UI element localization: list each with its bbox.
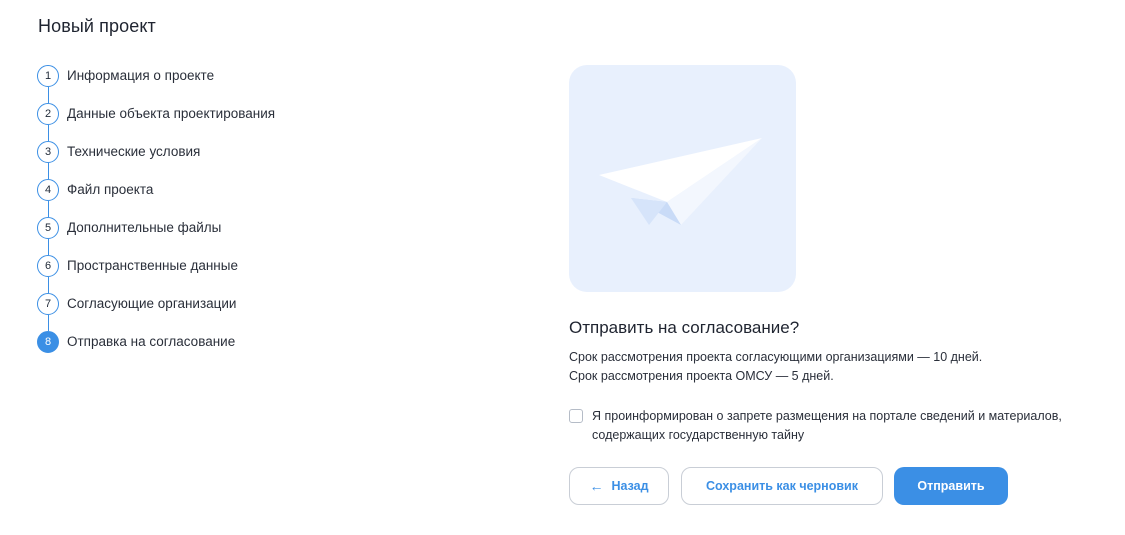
- paper-plane-icon: [599, 138, 762, 225]
- submit-button[interactable]: Отправить: [894, 467, 1008, 505]
- step-number: 1: [37, 65, 59, 87]
- step-label: Пространственные данные: [67, 258, 238, 273]
- step-number: 7: [37, 293, 59, 315]
- step-connector: [47, 277, 49, 293]
- step-label: Технические условия: [67, 144, 201, 159]
- dialog-title: Отправить на согласование?: [569, 318, 800, 337]
- step-4[interactable]: 4 Файл проекта: [37, 179, 357, 217]
- step-label: Согласующие организации: [67, 296, 237, 311]
- step-connector: [47, 87, 49, 103]
- review-term-organizations: Срок рассмотрения проекта согласующими о…: [569, 350, 983, 364]
- step-6[interactable]: 6 Пространственные данные: [37, 255, 357, 293]
- step-label: Дополнительные файлы: [67, 220, 222, 235]
- submit-label: Отправить: [917, 479, 985, 493]
- step-number: 4: [37, 179, 59, 201]
- step-7[interactable]: 7 Согласующие организации: [37, 293, 357, 331]
- save-draft-label: Сохранить как черновик: [706, 479, 858, 493]
- step-number: 3: [37, 141, 59, 163]
- consent-row[interactable]: Я проинформирован о запрете размещения н…: [569, 407, 1122, 445]
- save-draft-button[interactable]: Сохранить как черновик: [681, 467, 883, 505]
- step-3[interactable]: 3 Технические условия: [37, 141, 357, 179]
- step-1[interactable]: 1 Информация о проекте: [37, 65, 357, 103]
- step-connector: [47, 163, 49, 179]
- consent-label: Я проинформирован о запрете размещения н…: [592, 407, 1122, 445]
- step-label: Данные объекта проектирования: [67, 106, 276, 121]
- review-term-omsu: Срок рассмотрения проекта ОМСУ — 5 дней.: [569, 369, 834, 383]
- step-connector: [47, 201, 49, 217]
- step-number: 8: [37, 331, 59, 353]
- paper-plane-illustration: [569, 65, 796, 292]
- step-connector: [47, 125, 49, 141]
- step-5[interactable]: 5 Дополнительные файлы: [37, 217, 357, 255]
- stepper: 1 Информация о проекте 2 Данные объекта …: [37, 65, 357, 369]
- step-number: 6: [37, 255, 59, 277]
- step-label: Файл проекта: [67, 182, 154, 197]
- review-terms: Срок рассмотрения проекта согласующими о…: [569, 348, 982, 386]
- step-number: 5: [37, 217, 59, 239]
- step-connector: [47, 239, 49, 255]
- consent-checkbox[interactable]: [569, 409, 583, 423]
- step-label: Информация о проекте: [67, 68, 215, 83]
- step-2[interactable]: 2 Данные объекта проектирования: [37, 103, 357, 141]
- step-connector: [47, 315, 49, 331]
- back-button[interactable]: ← Назад: [569, 467, 669, 505]
- consent-text-line: содержащих государственную тайну: [592, 428, 805, 442]
- page-title: Новый проект: [38, 16, 156, 36]
- step-label: Отправка на согласование: [67, 334, 236, 349]
- step-8[interactable]: 8 Отправка на согласование: [37, 331, 357, 369]
- back-button-label: Назад: [611, 479, 649, 493]
- arrow-left-icon: ←: [589, 478, 604, 494]
- step-number: 2: [37, 103, 59, 125]
- consent-text-line: Я проинформирован о запрете размещения н…: [592, 409, 1062, 423]
